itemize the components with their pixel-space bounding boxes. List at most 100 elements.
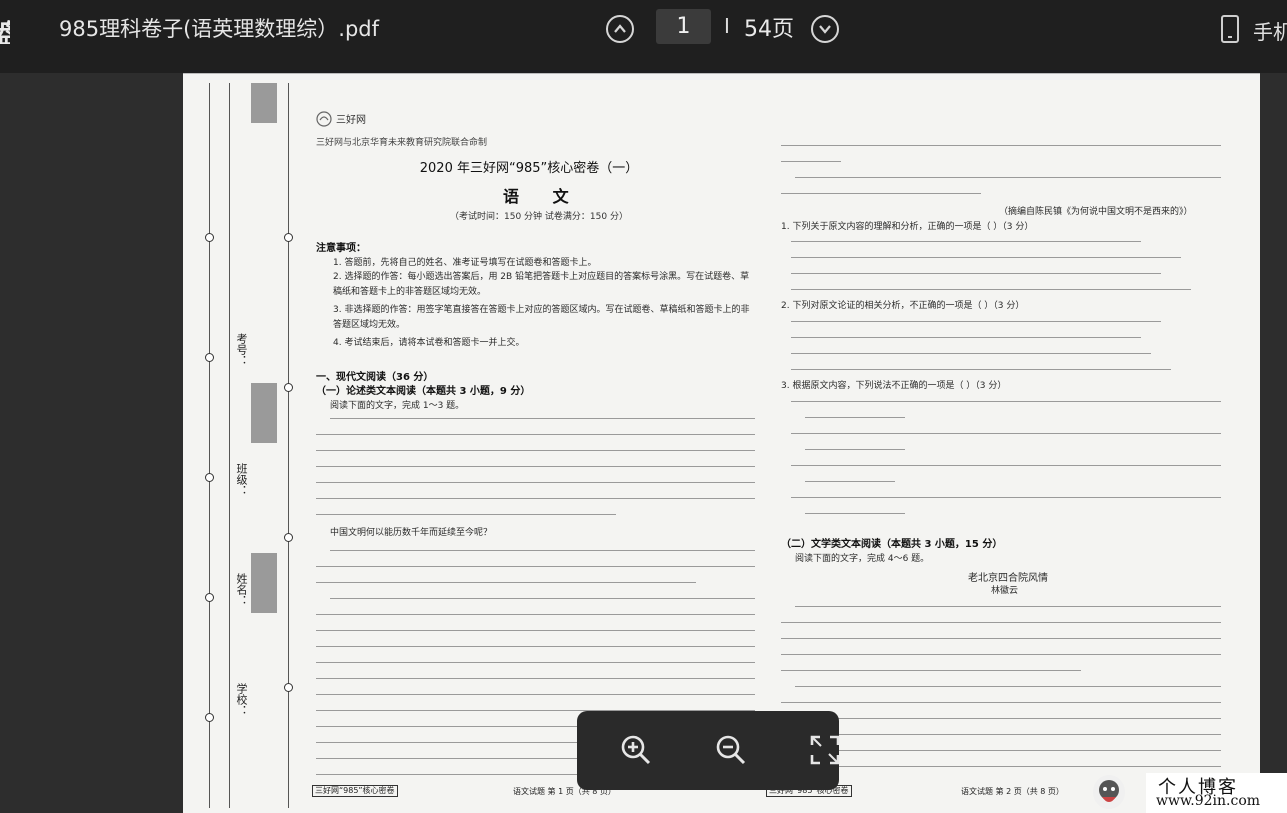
- body-text-line: [781, 193, 981, 194]
- source-note: （摘编自陈民镇《为何说中国文明不是西来的》）: [999, 207, 1193, 217]
- margin-label: 姓名：: [235, 573, 248, 606]
- story-author: 林徽云: [991, 586, 1019, 596]
- next-page-button[interactable]: [811, 15, 839, 43]
- option-line: [805, 513, 905, 514]
- zoom-in-button[interactable]: [620, 734, 652, 766]
- body-text-line: [316, 466, 755, 467]
- margin-shade: [251, 383, 277, 443]
- option-line: [791, 289, 1191, 290]
- body-text-line: [316, 514, 616, 515]
- body-text-line: [316, 582, 696, 583]
- publisher-logo: 三好网: [316, 111, 424, 127]
- page-number-input[interactable]: 1: [656, 9, 711, 44]
- question-2: 2. 下列对原文论证的相关分析，不正确的一项是（ ）（3 分）: [781, 301, 1025, 311]
- margin-line: [209, 83, 210, 808]
- notice-heading: 注意事项：: [316, 243, 366, 254]
- left-footer-badge: 三好网“985”核心密卷: [312, 785, 398, 797]
- binding-hole: [205, 593, 214, 602]
- avatar-icon: [1099, 780, 1119, 802]
- body-text-line: [781, 702, 1221, 703]
- section-heading: 一、现代文阅读（36 分）: [316, 372, 434, 383]
- notice-item: 2. 选择题的作答：每小题选出答案后，用 2B 铅笔把答题卡上对应题目的答案标号…: [333, 272, 750, 297]
- option-line: [791, 497, 1221, 498]
- subsection-heading: （一）论述类文本阅读（本题共 3 小题，9 分）: [316, 386, 531, 397]
- body-text-line: [330, 550, 755, 551]
- zoom-controls: [577, 711, 841, 790]
- binding-hole: [284, 683, 293, 692]
- question-3: 3. 根据原文内容，下列说法不正确的一项是（ ）（3 分）: [781, 381, 1007, 391]
- page-total: 54页: [744, 17, 794, 42]
- paper-note: 三好网与北京华育未来教育研究院联合命制: [316, 138, 488, 148]
- option-line: [791, 257, 1181, 258]
- paper-subject: 语 文: [503, 187, 583, 206]
- binding-hole: [284, 383, 293, 392]
- body-text-line: [316, 678, 755, 679]
- right-footer-page: 语文试题 第 2 页（共 8 页）: [961, 787, 1064, 796]
- page-edge: [183, 73, 1260, 74]
- option-line: [791, 273, 1161, 274]
- previous-page-button[interactable]: [606, 15, 634, 43]
- notice-item: 3. 非选择题的作答：用签字笔直接答在答题卡上对应的答题区域内。写在试题卷、草稿…: [333, 305, 750, 330]
- body-text-line: [316, 630, 755, 631]
- watermark-logo-icon: [1093, 775, 1125, 809]
- body-text-line: [781, 622, 1221, 623]
- notice-item: 1. 答题前，先将自己的姓名、准考证号填写在试题卷和答题卡上。: [333, 258, 597, 268]
- body-text-line: [330, 598, 755, 599]
- body-text-line: [316, 498, 755, 499]
- option-line: [805, 417, 905, 418]
- body-text-line: [781, 161, 841, 162]
- phone-view-label[interactable]: 手机: [1253, 16, 1287, 45]
- binding-hole: [284, 233, 293, 242]
- subsection-heading: （二）文学类文本阅读（本题共 3 小题，15 分）: [781, 539, 1003, 550]
- option-line: [805, 481, 895, 482]
- paragraph-lead: 中国文明何以能历数千年而延续至今呢？: [330, 528, 493, 538]
- watermark: 个人博客 www.92in.com: [1146, 773, 1287, 813]
- option-line: [791, 241, 1141, 242]
- body-text-line: [316, 434, 755, 435]
- body-text-line: [330, 418, 755, 419]
- zoom-out-button[interactable]: [715, 734, 747, 766]
- chevron-down-icon: [819, 25, 831, 34]
- logo-text: 三好网: [336, 115, 366, 126]
- paper-title: 2020 年三好网“985”核心密卷（一）: [419, 161, 639, 176]
- document-viewer[interactable]: 考号： 班级： 姓名： 学校： 三好网 三好网与北京华育未来教育研究院联合命制 …: [0, 73, 1287, 813]
- binding-hole: [284, 533, 293, 542]
- page-separator: I: [724, 14, 730, 38]
- binding-hole: [205, 713, 214, 722]
- option-line: [791, 465, 1221, 466]
- phone-icon[interactable]: [1221, 15, 1239, 43]
- exam-info: （考试时间：150 分钟 试卷满分：150 分）: [450, 212, 628, 222]
- fullscreen-button[interactable]: [809, 734, 841, 766]
- margin-label: 考号：: [235, 333, 248, 366]
- story-title: 老北京四合院风情: [968, 573, 1048, 584]
- zoom-in-icon: [621, 735, 651, 765]
- option-line: [791, 369, 1171, 370]
- margin-label: 学校：: [235, 683, 248, 716]
- body-text-line: [316, 566, 755, 567]
- zoom-out-icon: [716, 735, 746, 765]
- watermark-url: www.92in.com: [1156, 793, 1261, 809]
- document-title: 985理科卷子(语英理数理综）.pdf: [59, 17, 380, 41]
- body-text-line: [316, 482, 755, 483]
- question-1: 1. 下列关于原文内容的理解和分析，正确的一项是（ ）（3 分）: [781, 222, 1034, 232]
- option-line: [791, 353, 1151, 354]
- body-text-line: [316, 662, 755, 663]
- body-text-line: [781, 654, 1221, 655]
- body-text-line: [316, 646, 755, 647]
- body-text-line: [781, 718, 1221, 719]
- margin-shade: [251, 553, 277, 613]
- sidebar-toggle-icon[interactable]: 盘: [0, 14, 10, 44]
- body-text-line: [316, 694, 755, 695]
- body-text-line: [781, 638, 1221, 639]
- margin-label: 班级：: [235, 463, 248, 496]
- reading-instruction: 阅读下面的文字，完成 4～6 题。: [795, 554, 930, 564]
- margin-shade: [251, 83, 277, 123]
- reading-instruction: 阅读下面的文字，完成 1～3 题。: [330, 401, 465, 411]
- option-line: [791, 321, 1161, 322]
- body-text-line: [795, 686, 1221, 687]
- body-text-line: [316, 450, 755, 451]
- notice-item: 4. 考试结束后，请将本试卷和答题卡一并上交。: [333, 338, 525, 348]
- body-text-line: [781, 750, 1221, 751]
- body-text-line: [781, 670, 1081, 671]
- binding-margin: 考号： 班级： 姓名： 学校：: [203, 83, 293, 808]
